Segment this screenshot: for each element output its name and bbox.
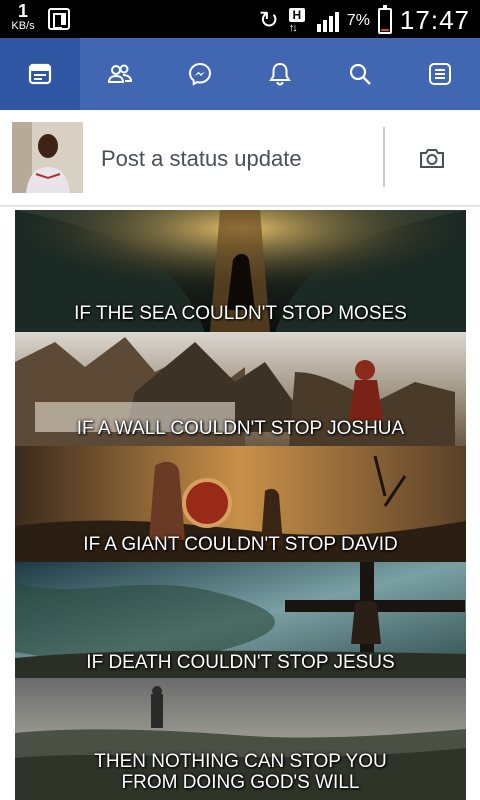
caption-joshua: IF A WALL COULDN'T STOP JOSHUA bbox=[76, 418, 405, 439]
news-feed-icon bbox=[28, 63, 52, 85]
image-panel-conclusion: THEN NOTHING CAN STOP YOU FROM DOING GOD… bbox=[15, 678, 466, 800]
friends-icon bbox=[107, 64, 133, 83]
caption-conclusion-line-1: THEN NOTHING CAN STOP YOU bbox=[94, 751, 387, 772]
camera-icon bbox=[420, 149, 444, 168]
tab-search[interactable] bbox=[320, 38, 400, 110]
data-rate-value: 1 bbox=[17, 1, 28, 21]
clock: 17:47 bbox=[399, 5, 470, 35]
feed-post: IF THE SEA COULDN'T STOP MOSES IF A WALL… bbox=[0, 207, 480, 800]
data-arrows-icon: ↑↓ bbox=[288, 21, 298, 34]
battery-level-fill bbox=[380, 28, 389, 31]
menu-icon bbox=[429, 63, 451, 85]
tab-friend-requests[interactable] bbox=[80, 38, 160, 110]
sync-icon: ↻ bbox=[258, 6, 279, 34]
network-type-icon: H ↑↓ bbox=[287, 7, 309, 34]
tab-messenger[interactable] bbox=[160, 38, 240, 110]
camera-button[interactable] bbox=[414, 142, 450, 174]
data-rate-indicator: 1 KB/s bbox=[8, 2, 38, 32]
caption-jesus: IF DEATH COULDN'T STOP JESUS bbox=[86, 652, 395, 673]
image-panel-jesus: IF DEATH COULDN'T STOP JESUS bbox=[15, 562, 466, 678]
status-composer: Post a status update bbox=[0, 110, 480, 206]
composer-divider bbox=[383, 127, 385, 187]
image-panel-david: IF A GIANT COULDN'T STOP DAVID bbox=[15, 446, 466, 562]
notifications-bell-icon bbox=[269, 62, 291, 86]
caption-conclusion: THEN NOTHING CAN STOP YOU FROM DOING GOD… bbox=[15, 751, 466, 793]
status-update-input[interactable]: Post a status update bbox=[101, 146, 302, 172]
caption-moses: IF THE SEA COULDN'T STOP MOSES bbox=[74, 303, 407, 324]
avatar[interactable] bbox=[12, 122, 83, 193]
post-image[interactable]: IF THE SEA COULDN'T STOP MOSES IF A WALL… bbox=[15, 210, 466, 800]
battery-icon bbox=[377, 4, 392, 34]
data-rate-unit: KB/s bbox=[11, 20, 35, 32]
caption-david: IF A GIANT COULDN'T STOP DAVID bbox=[83, 534, 398, 555]
image-panel-joshua: IF A WALL COULDN'T STOP JOSHUA bbox=[15, 332, 466, 446]
network-type-label: H bbox=[288, 7, 305, 22]
tab-notifications[interactable] bbox=[240, 38, 320, 110]
search-icon bbox=[349, 63, 371, 85]
messenger-icon bbox=[188, 62, 212, 86]
signal-strength-icon bbox=[316, 10, 339, 32]
caption-conclusion-line-2: FROM DOING GOD'S WILL bbox=[121, 772, 360, 793]
top-navigation-bar bbox=[0, 38, 480, 110]
notification-app-icon bbox=[48, 8, 70, 30]
image-panel-moses: IF THE SEA COULDN'T STOP MOSES bbox=[15, 210, 466, 332]
tab-menu[interactable] bbox=[400, 38, 480, 110]
battery-percent: 7% bbox=[346, 11, 370, 29]
tab-news-feed[interactable] bbox=[0, 38, 80, 110]
status-bar: 1 KB/s ↻ H ↑↓ 7% 17:47 bbox=[0, 0, 480, 38]
